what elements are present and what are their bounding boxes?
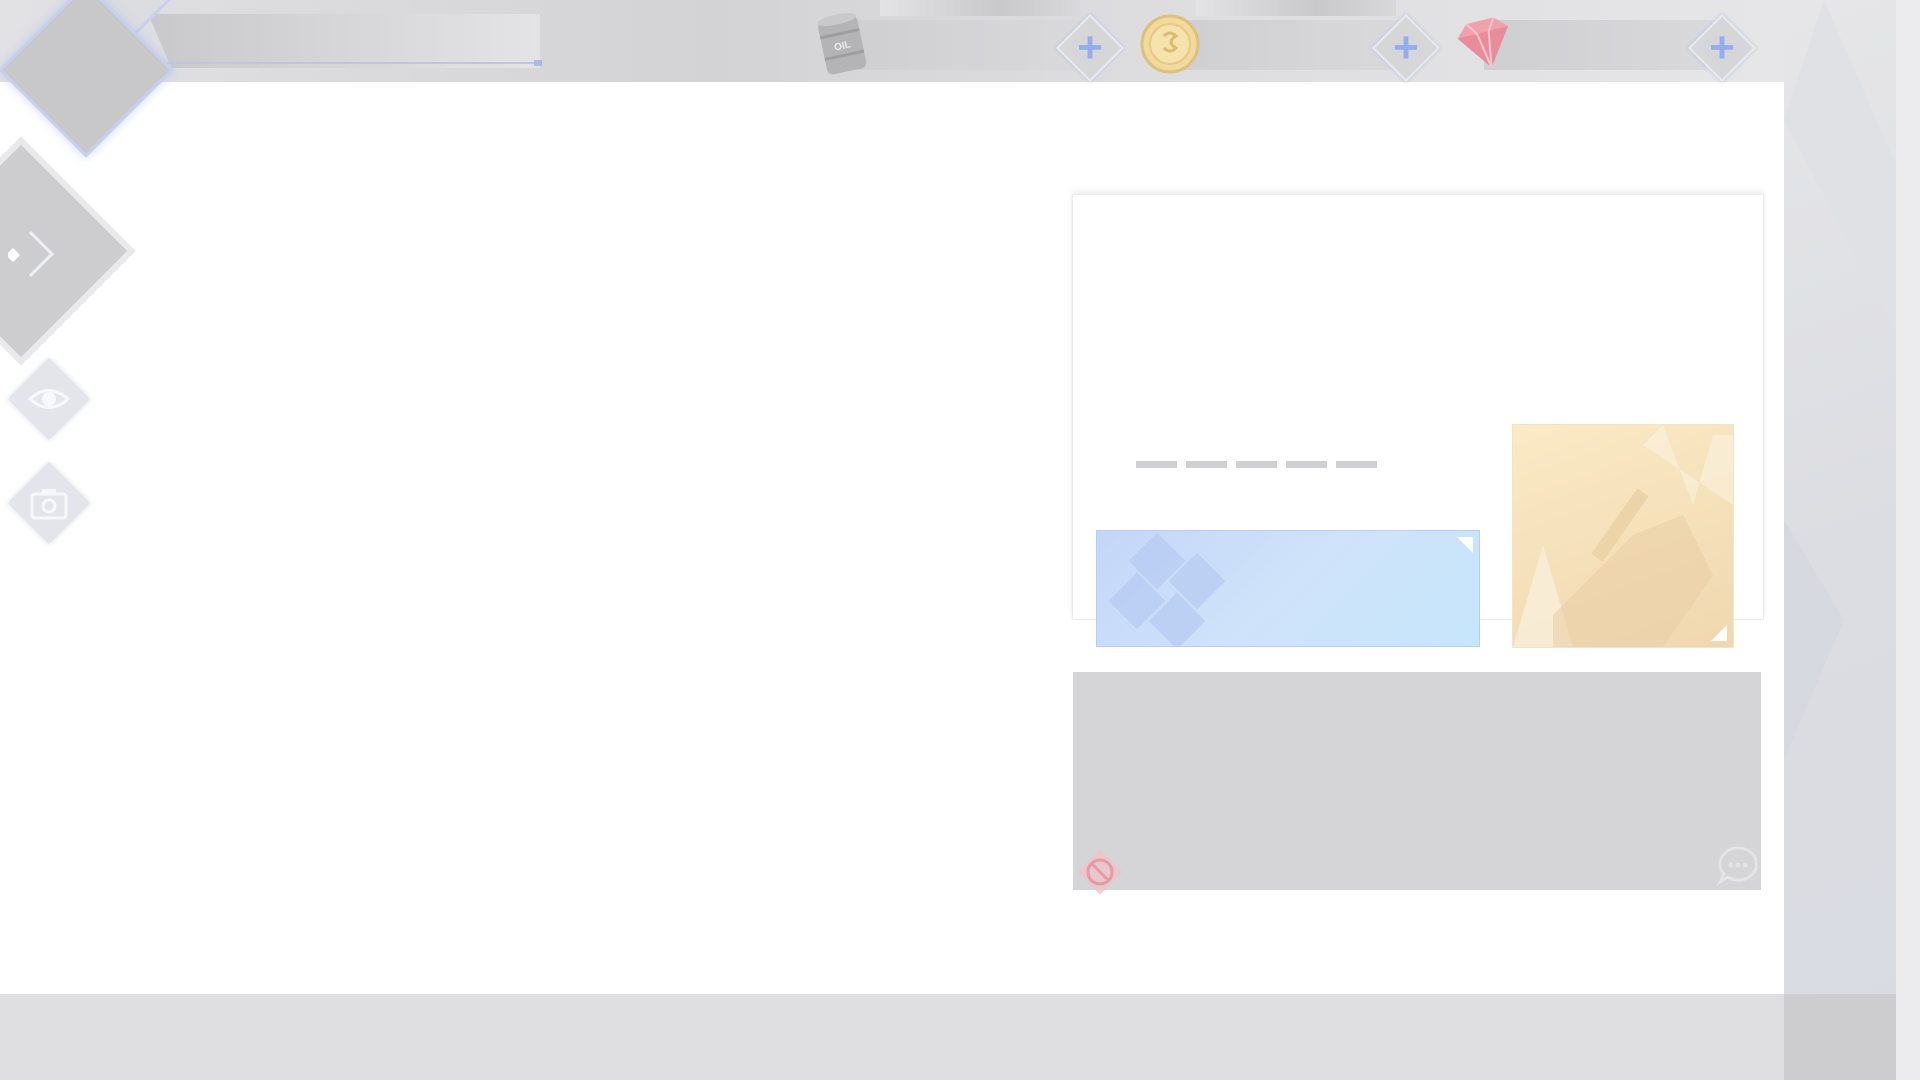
placeholder-dash <box>1286 461 1327 468</box>
blue-card[interactable] <box>1096 530 1480 647</box>
yellow-card-emblem <box>1513 425 1733 647</box>
right-edge <box>1896 0 1920 1080</box>
player-info-bar[interactable] <box>148 14 540 68</box>
placeholder-dash <box>1136 461 1177 468</box>
bottom-right-corner <box>1784 994 1896 1080</box>
yellow-card[interactable] <box>1512 424 1734 648</box>
blue-card-emblem <box>1108 532 1226 646</box>
camera-icon <box>30 489 68 520</box>
gem-icon <box>1457 17 1509 68</box>
card-corner-mark <box>1457 537 1473 553</box>
block-icon[interactable] <box>1074 846 1126 898</box>
screenshot-button[interactable] <box>7 461 91 545</box>
exp-bar <box>160 62 540 64</box>
gold-coin-icon <box>1140 14 1200 74</box>
eye-icon <box>27 389 71 409</box>
expand-arrow-icon <box>8 230 55 278</box>
placeholder-dash <box>1336 461 1377 468</box>
loading-placeholder <box>1136 461 1377 468</box>
view-toggle-button[interactable] <box>7 357 91 441</box>
exp-bar-end <box>534 60 542 66</box>
plus-icon: + <box>1709 23 1735 72</box>
chat-bubble-icon[interactable] <box>1716 844 1760 888</box>
oil-slot[interactable] <box>852 20 1084 70</box>
placeholder-dash <box>1236 461 1277 468</box>
plus-icon: + <box>1393 23 1419 72</box>
card-corner-mark <box>1711 625 1727 641</box>
oil-barrel-icon: OIL <box>817 13 867 75</box>
bottom-bar <box>0 994 1784 1080</box>
resource-stripe <box>880 0 1080 16</box>
resource-stripe <box>1196 0 1396 16</box>
plus-icon: + <box>1077 23 1103 72</box>
gold-slot[interactable] <box>1168 20 1400 70</box>
placeholder-dash <box>1186 461 1227 468</box>
chat-box[interactable] <box>1073 672 1761 890</box>
